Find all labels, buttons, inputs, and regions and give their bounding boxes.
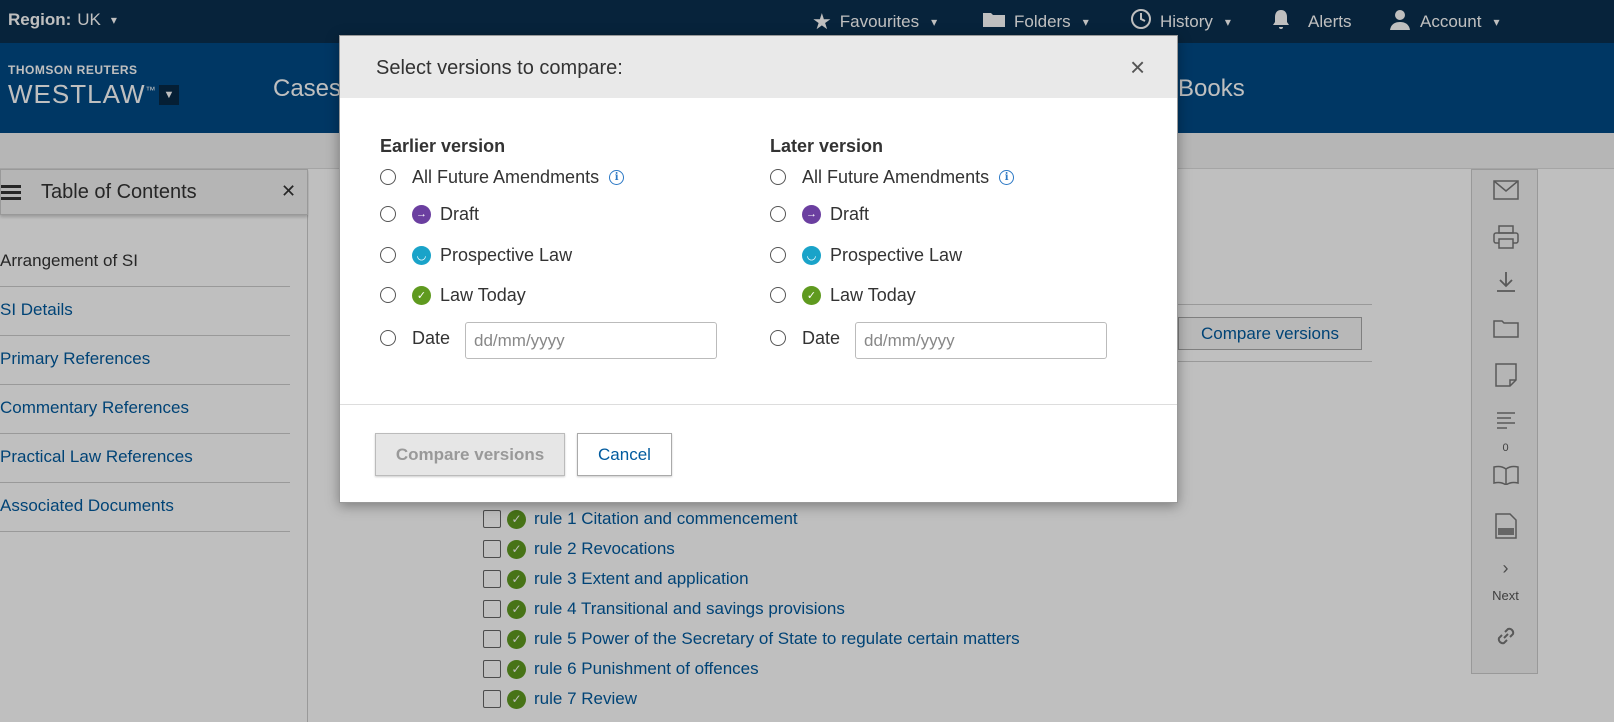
earlier-option-draft[interactable]: → Draft (380, 200, 479, 228)
prospective-icon: ◡ (412, 245, 431, 265)
earlier-option-date[interactable]: Date (380, 324, 450, 352)
earlier-option-today[interactable]: ✓ Law Today (380, 281, 526, 309)
radio-button[interactable] (770, 206, 786, 222)
dialog-title: Select versions to compare: (376, 57, 623, 79)
close-icon[interactable]: × (1130, 52, 1145, 83)
option-label: Law Today (830, 284, 916, 305)
later-date-input[interactable] (855, 322, 1107, 359)
radio-button[interactable] (380, 247, 396, 263)
option-label: Law Today (440, 284, 526, 305)
option-label: Date (802, 327, 841, 348)
later-option-today[interactable]: ✓ Law Today (770, 281, 916, 309)
radio-button[interactable] (380, 169, 396, 185)
radio-button[interactable] (770, 247, 786, 263)
compare-versions-button[interactable]: Compare versions (375, 433, 565, 476)
cancel-button[interactable]: Cancel (577, 433, 672, 476)
later-version-heading: Later version (770, 136, 884, 156)
prospective-icon: ◡ (802, 245, 821, 265)
info-icon[interactable]: i (609, 169, 625, 185)
option-label: All Future Amendments (412, 166, 600, 187)
draft-icon: → (412, 204, 431, 224)
earlier-version-heading: Earlier version (380, 136, 506, 156)
radio-button[interactable] (770, 287, 786, 303)
later-option-prospective[interactable]: ◡ Prospective Law (770, 241, 962, 269)
option-label: Prospective Law (830, 244, 963, 265)
earlier-option-future[interactable]: All Future Amendments i (380, 163, 625, 191)
draft-icon: → (802, 204, 821, 224)
radio-button[interactable] (380, 206, 396, 222)
option-label: All Future Amendments (802, 166, 990, 187)
radio-button[interactable] (380, 330, 396, 346)
info-icon[interactable]: i (999, 169, 1015, 185)
option-label: Prospective Law (440, 244, 573, 265)
later-option-date[interactable]: Date (770, 324, 840, 352)
earlier-option-prospective[interactable]: ◡ Prospective Law (380, 241, 572, 269)
option-label: Draft (830, 203, 870, 224)
check-icon: ✓ (412, 285, 431, 305)
option-label: Draft (440, 203, 480, 224)
check-icon: ✓ (802, 285, 821, 305)
radio-button[interactable] (380, 287, 396, 303)
radio-button[interactable] (770, 169, 786, 185)
divider (340, 404, 1177, 405)
later-option-draft[interactable]: → Draft (770, 200, 869, 228)
compare-versions-dialog: Select versions to compare: × Earlier ve… (339, 35, 1178, 503)
earlier-date-input[interactable] (465, 322, 717, 359)
dialog-header: Select versions to compare: × (340, 36, 1177, 98)
later-option-future[interactable]: All Future Amendments i (770, 163, 1015, 191)
radio-button[interactable] (770, 330, 786, 346)
option-label: Date (412, 327, 451, 348)
